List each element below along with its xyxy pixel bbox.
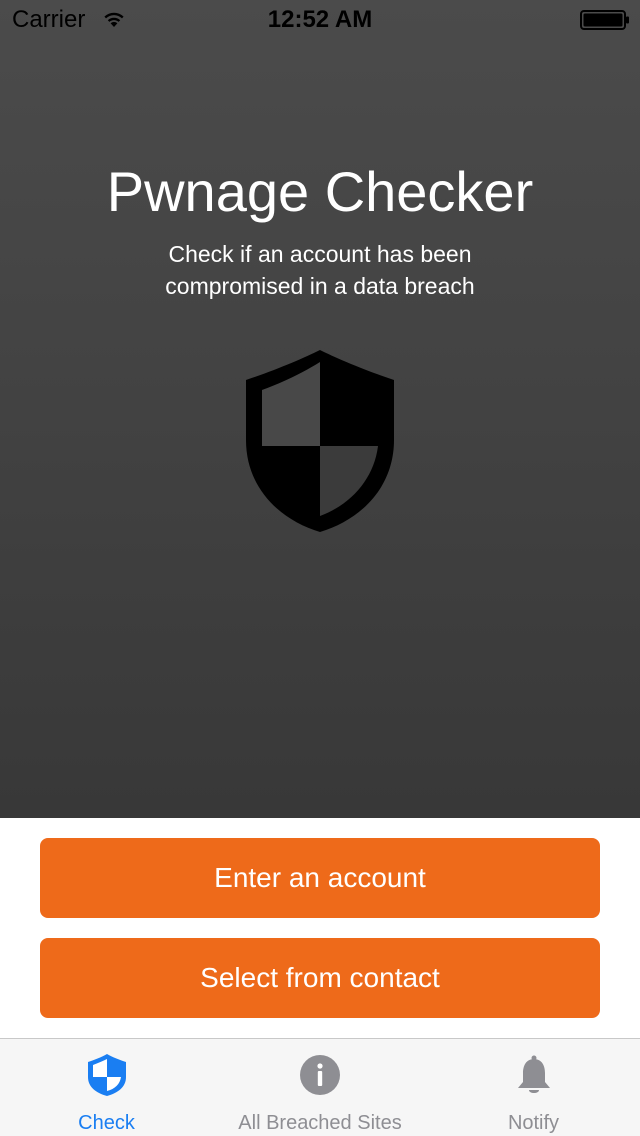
- tab-notify[interactable]: Notify: [427, 1039, 640, 1136]
- info-icon: [300, 1055, 340, 1095]
- battery-icon: [580, 10, 629, 30]
- select-from-contact-button[interactable]: Select from contact: [40, 938, 600, 1018]
- shield-icon: [246, 350, 394, 532]
- app-subtitle: Check if an account has been compromised…: [165, 241, 475, 299]
- tab-all-breached-sites[interactable]: All Breached Sites: [213, 1039, 427, 1136]
- app-title: Pwnage Checker: [106, 160, 534, 223]
- tab-check-label: Check: [78, 1112, 135, 1134]
- tab-bar: Check All Breached Sites Notify: [0, 1038, 640, 1136]
- tab-check[interactable]: Check: [0, 1039, 213, 1136]
- hero-panel: Carrier 12:52 AM Pwnage Checker Check if…: [0, 0, 640, 818]
- status-time: 12:52 AM: [267, 6, 373, 33]
- tab-all-breached-sites-label: All Breached Sites: [238, 1112, 402, 1134]
- app-screen: Carrier 12:52 AM Pwnage Checker Check if…: [0, 0, 640, 1136]
- action-panel: Enter an account Select from contact: [0, 818, 640, 1038]
- shield-icon: [87, 1054, 126, 1096]
- status-bar: Carrier 12:52 AM: [0, 0, 640, 40]
- bell-icon: [517, 1055, 550, 1093]
- tab-notify-label: Notify: [507, 1112, 560, 1134]
- enter-account-button[interactable]: Enter an account: [40, 838, 600, 918]
